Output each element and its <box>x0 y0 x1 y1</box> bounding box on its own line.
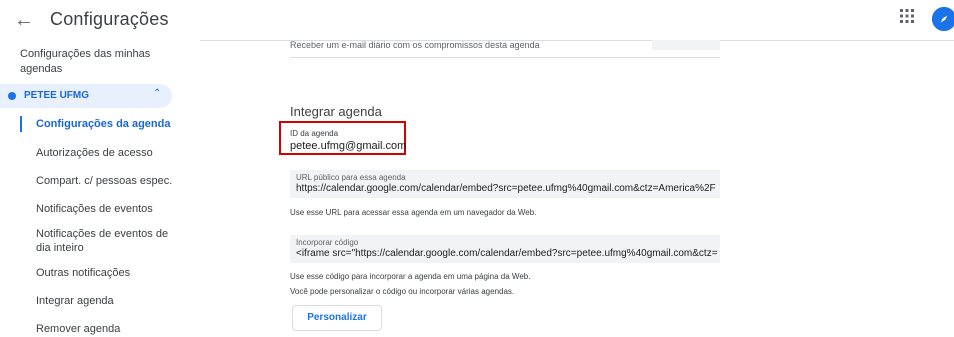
public-url-helper: Use esse URL para acessar essa agenda em… <box>290 208 537 217</box>
active-indicator <box>20 116 22 132</box>
sidebar-item-label: Notificações de eventos <box>36 203 153 215</box>
public-url-value[interactable]: https://calendar.google.com/calendar/emb… <box>296 183 716 194</box>
arrow-back-icon[interactable]: ← <box>12 8 36 32</box>
calendar-id-value[interactable]: petee.ufmg@gmail.com <box>290 140 406 152</box>
sidebar-item-label: Compart. c/ pessoas espec. <box>36 175 173 187</box>
embed-code-label: Incorporar código <box>296 238 359 247</box>
section-divider <box>290 57 720 58</box>
daily-agenda-option-text: Receber um e-mail diário com os compromi… <box>290 40 540 50</box>
chevron-up-icon[interactable]: ⌃ <box>153 88 161 99</box>
daily-agenda-select[interactable] <box>652 40 720 50</box>
sidebar-item-notificacoes-dia-inteiro[interactable]: Notificações de eventos de dia inteiro <box>0 227 180 257</box>
apps-grid-icon[interactable] <box>900 9 920 29</box>
sidebar-item-remover-agenda[interactable]: Remover agenda <box>0 321 180 337</box>
sidebar-item-label: Configurações da agenda <box>36 118 171 130</box>
public-url-label: URL público para essa agenda <box>296 173 406 182</box>
section-title-integrar-agenda: Integrar agenda <box>290 104 382 119</box>
sidebar-item-integrar-agenda[interactable]: Integrar agenda <box>0 293 180 309</box>
compass-icon <box>932 7 954 31</box>
public-url-field[interactable]: URL público para essa agenda https://cal… <box>290 170 720 198</box>
sidebar-item-label: Remover agenda <box>36 323 121 335</box>
calendar-id-label: ID da agenda <box>290 129 339 138</box>
sidebar-heading: Configurações das minhas agendas <box>20 48 151 75</box>
sidebar-calendar-label: PETEE UFMG <box>24 90 90 101</box>
sidebar-item-notificacoes-de-eventos[interactable]: Notificações de eventos <box>0 201 180 217</box>
calendar-color-dot-icon <box>8 92 16 100</box>
account-avatar-icon[interactable] <box>932 7 954 31</box>
sidebar-item-autorizacoes-de-acesso[interactable]: Autorizações de acesso <box>0 145 180 161</box>
settings-sidebar: Configurações das minhas agendas PETEE U… <box>0 40 180 337</box>
embed-code-field[interactable]: Incorporar código <iframe src="https://c… <box>290 235 720 263</box>
sidebar-item-label: Integrar agenda <box>36 295 114 307</box>
top-app-bar: ← Configurações <box>0 0 954 40</box>
embed-code-value[interactable]: <iframe src="https://calendar.google.com… <box>296 248 718 259</box>
sidebar-item-label: Notificações de eventos de dia inteiro <box>36 228 169 254</box>
page-title: Configurações <box>50 9 169 29</box>
settings-main: Receber um e-mail diário com os compromi… <box>180 40 954 337</box>
sidebar-item-label: Outras notificações <box>36 267 131 279</box>
sidebar-item-compartilhar[interactable]: Compart. c/ pessoas espec. <box>0 173 180 189</box>
embed-code-helper: Use esse código para incorporar a agenda… <box>290 272 531 281</box>
sidebar-item-configuracoes-da-agenda[interactable]: Configurações da agenda <box>0 116 180 132</box>
customize-button[interactable]: Personalizar <box>292 305 382 331</box>
embed-code-helper-secondary: Você pode personalizar o código ou incor… <box>290 287 515 296</box>
sidebar-item-label: Autorizações de acesso <box>36 147 153 159</box>
sidebar-calendar-petee-ufmg[interactable]: PETEE UFMG ⌃ <box>0 84 172 108</box>
sidebar-item-outras-notificacoes[interactable]: Outras notificações <box>0 265 180 281</box>
